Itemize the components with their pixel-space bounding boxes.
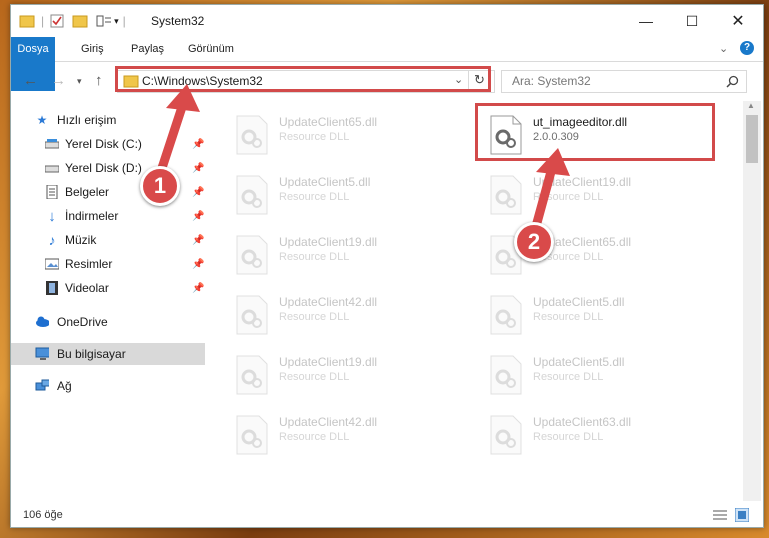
step-badge-1: 1 [140,166,180,206]
arrow-1-head [166,84,200,112]
arrow-2 [530,163,557,235]
step-badge-2: 2 [514,222,554,262]
arrow-1 [157,99,188,173]
annotation-arrows [157,84,570,235]
arrow-2-head [536,148,570,176]
